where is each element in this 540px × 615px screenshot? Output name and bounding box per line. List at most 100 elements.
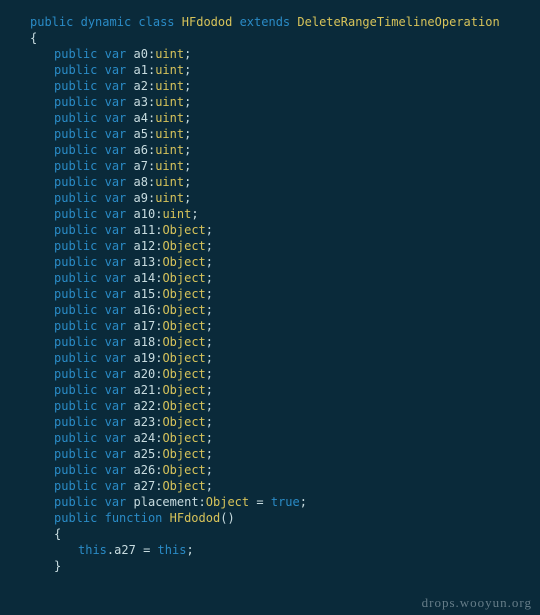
- keyword-public: public: [54, 495, 97, 509]
- keyword-public: public: [54, 399, 97, 413]
- keyword-public: public: [54, 303, 97, 317]
- keyword-var: var: [105, 431, 127, 445]
- keyword-public: public: [54, 47, 97, 61]
- code-line: public var a8:uint;: [6, 174, 534, 190]
- var-a5: a5: [134, 127, 148, 141]
- code-line: {: [6, 526, 534, 542]
- keyword-public: public: [54, 431, 97, 445]
- type-object: Object: [162, 319, 205, 333]
- code-line: public var a26:Object;: [6, 462, 534, 478]
- keyword-var: var: [105, 63, 127, 77]
- type-uint: uint: [155, 47, 184, 61]
- keyword-var: var: [105, 463, 127, 477]
- type-uint: uint: [155, 175, 184, 189]
- keyword-var: var: [105, 239, 127, 253]
- type-object: Object: [162, 239, 205, 253]
- keyword-public: public: [54, 143, 97, 157]
- keyword-public: public: [54, 95, 97, 109]
- keyword-var: var: [105, 95, 127, 109]
- keyword-var: var: [105, 47, 127, 61]
- keyword-public: public: [54, 271, 97, 285]
- keyword-var: var: [105, 495, 127, 509]
- keyword-public: public: [54, 319, 97, 333]
- keyword-public: public: [54, 239, 97, 253]
- keyword-public: public: [54, 335, 97, 349]
- code-line: public var a1:uint;: [6, 62, 534, 78]
- keyword-var: var: [105, 319, 127, 333]
- this-ref-rhs: this: [158, 543, 187, 557]
- type-uint: uint: [155, 79, 184, 93]
- keyword-public: public: [54, 351, 97, 365]
- code-line: public var a27:Object;: [6, 478, 534, 494]
- var-a26: a26: [134, 463, 156, 477]
- keyword-public: public: [54, 383, 97, 397]
- type-object: Object: [162, 383, 205, 397]
- code-block: public dynamic class HFdodod extends Del…: [0, 0, 540, 580]
- code-line: public var a0:uint;: [6, 46, 534, 62]
- code-line: public var a3:uint;: [6, 94, 534, 110]
- keyword-var: var: [105, 111, 127, 125]
- code-line: public var a4:uint;: [6, 110, 534, 126]
- var-placement: placement: [134, 495, 199, 509]
- ctor-brace-open: {: [54, 527, 61, 541]
- code-line: public var a11:Object;: [6, 222, 534, 238]
- type-object: Object: [162, 223, 205, 237]
- keyword-public: public: [54, 111, 97, 125]
- type-object: Object: [162, 255, 205, 269]
- var-a3: a3: [134, 95, 148, 109]
- keyword-public: public: [54, 447, 97, 461]
- code-line: }: [6, 558, 534, 574]
- keyword-var: var: [105, 175, 127, 189]
- var-a7: a7: [134, 159, 148, 173]
- code-line: public var a10:uint;: [6, 206, 534, 222]
- type-object: Object: [206, 495, 249, 509]
- keyword-var: var: [105, 79, 127, 93]
- keyword-var: var: [105, 399, 127, 413]
- type-uint: uint: [155, 191, 184, 205]
- var-a20: a20: [134, 367, 156, 381]
- code-line: public var a14:Object;: [6, 270, 534, 286]
- keyword-var: var: [105, 447, 127, 461]
- keyword-public: public: [54, 79, 97, 93]
- keyword-public: public: [54, 207, 97, 221]
- keyword-var: var: [105, 143, 127, 157]
- var-a24: a24: [134, 431, 156, 445]
- base-class: DeleteRangeTimelineOperation: [297, 15, 499, 29]
- code-line: public var a23:Object;: [6, 414, 534, 430]
- keyword-public: public: [54, 415, 97, 429]
- type-uint: uint: [155, 127, 184, 141]
- keyword-public: public: [54, 191, 97, 205]
- type-uint: uint: [155, 159, 184, 173]
- keyword-var: var: [105, 127, 127, 141]
- keyword-function: function: [105, 511, 163, 525]
- code-line: public var a25:Object;: [6, 446, 534, 462]
- keyword-var: var: [105, 303, 127, 317]
- keyword-var: var: [105, 191, 127, 205]
- code-line: public var a21:Object;: [6, 382, 534, 398]
- keyword-var: var: [105, 271, 127, 285]
- keyword-public: public: [54, 223, 97, 237]
- type-object: Object: [162, 463, 205, 477]
- class-name: HFdodod: [182, 15, 233, 29]
- type-uint: uint: [155, 111, 184, 125]
- brace-open: {: [30, 31, 37, 45]
- code-line: public var a22:Object;: [6, 398, 534, 414]
- keyword-var: var: [105, 367, 127, 381]
- var-a17: a17: [134, 319, 156, 333]
- code-line: public var a13:Object;: [6, 254, 534, 270]
- keyword-public: public: [30, 15, 73, 29]
- code-line: {: [6, 30, 534, 46]
- var-a22: a22: [134, 399, 156, 413]
- type-uint: uint: [155, 95, 184, 109]
- type-object: Object: [162, 367, 205, 381]
- keyword-var: var: [105, 335, 127, 349]
- code-line: public var a6:uint;: [6, 142, 534, 158]
- type-object: Object: [162, 431, 205, 445]
- keyword-public: public: [54, 287, 97, 301]
- var-a10: a10: [134, 207, 156, 221]
- keyword-public: public: [54, 159, 97, 173]
- keyword-var: var: [105, 287, 127, 301]
- var-a16: a16: [134, 303, 156, 317]
- keyword-var: var: [105, 223, 127, 237]
- keyword-dynamic: dynamic: [81, 15, 132, 29]
